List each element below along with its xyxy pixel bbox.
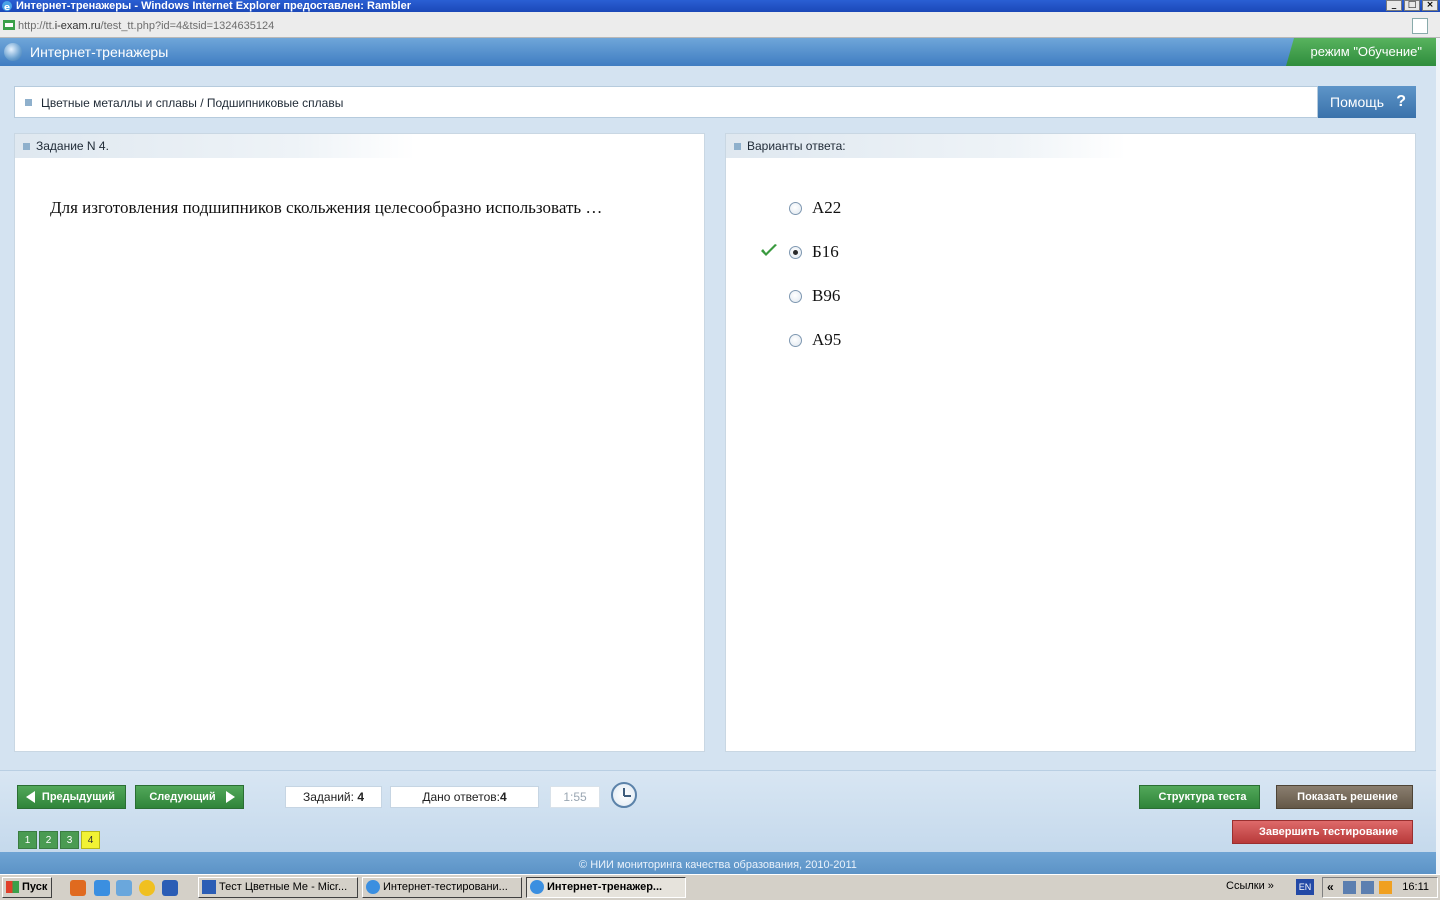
clock-icon — [611, 782, 637, 808]
browser-icon[interactable] — [116, 880, 132, 896]
prev-button[interactable]: Предыдущий — [17, 785, 126, 809]
start-button[interactable]: Пуск — [2, 877, 52, 898]
copyright-footer: © НИИ мониторинга качества образования, … — [0, 852, 1436, 874]
answer-label[interactable]: В96 — [812, 286, 840, 306]
tasks-count-box: Заданий: 4 — [285, 786, 382, 808]
page-link[interactable]: 3 — [60, 831, 79, 849]
firefox-icon[interactable] — [70, 880, 86, 896]
page-navigator: 1 2 3 4 — [18, 831, 100, 849]
help-button[interactable]: Помощь ? — [1318, 86, 1416, 118]
window-title: Интернет-тренажеры - Windows Internet Ex… — [16, 0, 412, 12]
answer-label[interactable]: А95 — [812, 330, 841, 350]
radio-button-selected[interactable] — [789, 246, 802, 259]
scrollbar-track[interactable] — [1436, 38, 1440, 874]
answers-title: Варианты ответа: — [747, 139, 846, 153]
answers-count-label: Дано ответов: — [422, 790, 500, 804]
taskbar-item-word[interactable]: Тест Цветные Ме - Micr... — [198, 877, 358, 898]
tasks-count-value: 4 — [357, 790, 364, 804]
test-structure-button[interactable]: Структура теста — [1139, 785, 1260, 809]
url-text[interactable]: http://tt.i-exam.ru/test_tt.php?id=4&tsi… — [18, 20, 274, 32]
url-path: /test_tt.php?id=4&tsid=1324635124 — [100, 20, 275, 32]
radio-button[interactable] — [789, 334, 802, 347]
arrow-left-icon — [26, 791, 35, 803]
mode-badge: режим "Обучение" — [1286, 38, 1436, 66]
clock-time: 16:11 — [1402, 881, 1429, 893]
next-button[interactable]: Следующий — [135, 785, 244, 809]
radio-button[interactable] — [789, 202, 802, 215]
url-domain: i-exam.ru — [54, 20, 101, 32]
show-solution-button[interactable]: Показать решение — [1276, 785, 1413, 809]
breadcrumb-text: Цветные металлы и сплавы / Подшипниковые… — [41, 96, 344, 110]
prev-label: Предыдущий — [41, 791, 116, 803]
bullet-square-icon — [734, 143, 741, 150]
app-header: Интернет-тренажеры режим "Обучение" — [0, 38, 1436, 66]
internet-explorer-icon[interactable] — [94, 880, 110, 896]
chevron-left-icon[interactable]: « — [1327, 880, 1334, 894]
next-label: Следующий — [149, 791, 216, 803]
links-toolbar[interactable]: Ссылки » — [1226, 880, 1274, 892]
answer-label[interactable]: Б16 — [812, 242, 839, 262]
checkmark-icon — [761, 244, 777, 256]
system-tray: « 16:11 — [1322, 877, 1438, 898]
network-icon[interactable] — [1343, 881, 1356, 894]
tasks-count-label: Заданий: — [303, 790, 354, 804]
task-header: Задание N 4. — [15, 134, 415, 158]
address-bar[interactable]: http://tt.i-exam.ru/test_tt.php?id=4&tsi… — [0, 12, 1440, 38]
taskbar-item-label: Тест Цветные Ме - Micr... — [219, 881, 348, 893]
word-icon — [202, 880, 216, 894]
globe-icon — [4, 43, 22, 61]
timer: 1:55 — [550, 786, 600, 808]
answers-count-box: Дано ответов:4 — [390, 786, 539, 808]
task-panel: Задание N 4. Для изготовления подшипнико… — [14, 133, 705, 752]
bullet-square-icon — [23, 143, 30, 150]
page-link[interactable]: 1 — [18, 831, 37, 849]
answers-count-value: 4 — [499, 790, 507, 804]
minimize-button[interactable]: _ — [1386, 0, 1402, 11]
windows-taskbar: Пуск Тест Цветные Ме - Micr... Интернет-… — [0, 874, 1440, 900]
show-solution-label: Показать решение — [1297, 791, 1398, 803]
test-structure-label: Структура теста — [1158, 791, 1247, 803]
page-link-active[interactable]: 4 — [81, 831, 100, 849]
bottom-toolbar — [0, 770, 1436, 852]
word-icon[interactable] — [162, 880, 178, 896]
window-titlebar: e Интернет-тренажеры - Windows Internet … — [0, 0, 1440, 12]
svg-text:e: e — [4, 3, 10, 12]
answers-header: Варианты ответа: — [726, 134, 1126, 158]
answer-label[interactable]: А22 — [812, 198, 841, 218]
compatibility-view-icon[interactable] — [1412, 18, 1428, 34]
url-prefix: http://tt. — [18, 20, 55, 32]
network-icon[interactable] — [1361, 881, 1374, 894]
question-icon: ? — [1396, 93, 1406, 110]
task-number: Задание N 4. — [36, 139, 109, 153]
internet-explorer-icon — [366, 880, 380, 894]
arrow-right-icon — [226, 791, 235, 803]
finish-test-label: Завершить тестирование — [1259, 826, 1398, 838]
chevron-right-icon: » — [1267, 880, 1274, 892]
media-player-icon[interactable] — [139, 880, 155, 896]
taskbar-item-label: Интернет-тренажер... — [547, 881, 663, 893]
app-title: Интернет-тренажеры — [30, 44, 169, 60]
warning-icon[interactable] — [1379, 881, 1392, 894]
taskbar-item-ie-testing[interactable]: Интернет-тестировани... — [362, 877, 522, 898]
taskbar-item-label: Интернет-тестировани... — [383, 881, 508, 893]
answers-panel: Варианты ответа: А22 Б16 В96 А95 — [725, 133, 1416, 752]
links-label: Ссылки — [1226, 880, 1265, 892]
windows-flag-icon — [6, 881, 19, 893]
internet-explorer-icon — [530, 880, 544, 894]
question-text: Для изготовления подшипников скольжения … — [50, 198, 603, 217]
start-label: Пуск — [22, 881, 48, 893]
help-label: Помощь — [1330, 94, 1385, 110]
page-icon — [3, 20, 15, 30]
close-button[interactable]: × — [1422, 0, 1438, 11]
bullet-square-icon — [25, 99, 32, 106]
language-indicator[interactable]: EN — [1296, 879, 1314, 895]
internet-explorer-icon: e — [2, 1, 12, 12]
radio-button[interactable] — [789, 290, 802, 303]
finish-test-button[interactable]: Завершить тестирование — [1232, 820, 1413, 844]
page-link[interactable]: 2 — [39, 831, 58, 849]
taskbar-item-ie-trainer[interactable]: Интернет-тренажер... — [526, 877, 686, 898]
maximize-button[interactable]: □ — [1404, 0, 1420, 11]
breadcrumb: Цветные металлы и сплавы / Подшипниковые… — [14, 86, 1318, 118]
